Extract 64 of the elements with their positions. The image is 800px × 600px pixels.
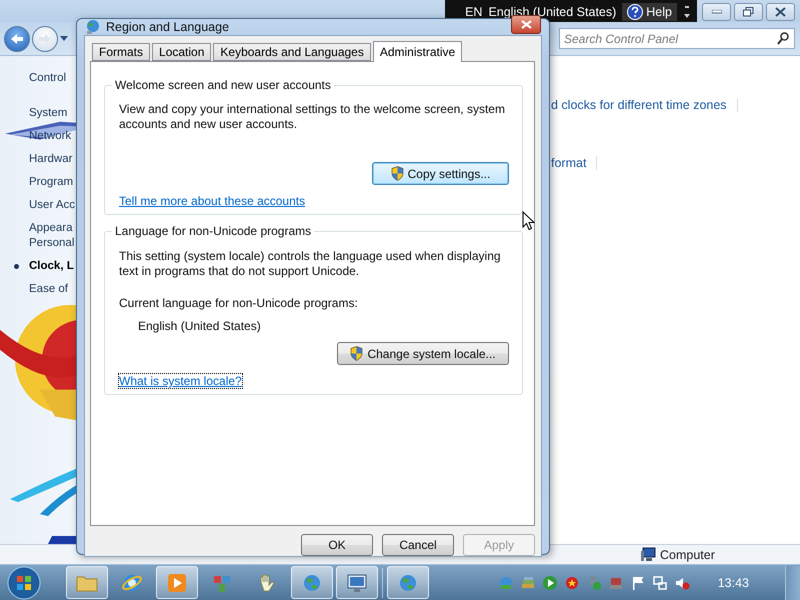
play-icon <box>166 572 188 594</box>
help-button[interactable]: Help <box>622 3 677 21</box>
task-link[interactable]: format <box>551 156 598 170</box>
back-arrow-icon <box>10 32 24 44</box>
back-button[interactable] <box>4 26 30 52</box>
folder-icon <box>76 574 98 592</box>
monitor-icon <box>346 572 368 594</box>
close-icon <box>520 20 532 28</box>
sidebar-link[interactable]: System <box>29 106 68 121</box>
task-link[interactable]: d clocks for different time zones <box>551 98 738 112</box>
search-icon[interactable] <box>777 32 789 45</box>
search-field[interactable]: Search Control Panel <box>559 28 795 49</box>
restore-icon <box>743 7 754 17</box>
sidebar-link[interactable]: Network <box>29 129 72 144</box>
globe-icon <box>85 19 101 35</box>
dialog-button[interactable]: Cancel <box>382 534 454 556</box>
field-label: Current language for non-Unicode programs: <box>119 296 359 311</box>
language-code: EN <box>465 5 482 19</box>
taskbar-button[interactable] <box>291 566 333 599</box>
tab[interactable]: Formats <box>92 43 150 61</box>
sidebar-link[interactable]: Appeara Personal <box>29 221 74 251</box>
network-icon[interactable] <box>652 574 668 590</box>
forward-arrow-icon <box>38 32 52 44</box>
group-title: Language for non-Unicode programs <box>114 224 312 238</box>
window-title: Region and Language <box>106 20 230 34</box>
start-button[interactable] <box>5 566 43 600</box>
bullet-icon <box>14 264 19 269</box>
copy-settings-button[interactable]: Copy settings... <box>372 162 509 185</box>
shield-icon <box>350 346 364 361</box>
description-text: View and copy your international settings to the welcome screen, system accounts and new user accounts. <box>119 102 506 132</box>
help-link[interactable]: What is system locale? <box>119 374 242 388</box>
help-link[interactable]: Tell me more about these accounts <box>119 194 306 208</box>
minimize-icon <box>712 10 722 14</box>
taskbar-button[interactable] <box>156 566 198 599</box>
dialog-button[interactable]: OK <box>301 534 373 556</box>
sidebar-link[interactable]: Ease of <box>29 282 68 297</box>
sidebar-link[interactable]: Program <box>29 175 74 190</box>
clock[interactable]: 13:43 <box>718 576 749 590</box>
close-icon <box>775 7 786 17</box>
restore-button[interactable] <box>734 3 763 21</box>
tab[interactable]: Administrative <box>372 41 462 62</box>
taskbar-button[interactable] <box>387 566 429 599</box>
star-badge-icon[interactable] <box>564 574 580 590</box>
play-icon[interactable] <box>542 574 558 590</box>
forward-button[interactable] <box>32 26 58 52</box>
taskbar-button[interactable] <box>336 566 378 599</box>
shield-icon <box>390 166 404 181</box>
sidebar-link[interactable]: User Acc <box>29 198 76 213</box>
dropdown-icon[interactable] <box>60 36 68 42</box>
computer-icon <box>640 547 656 562</box>
description-text: This setting (system locale) controls the language used when displaying text in programs that do not support Unicode. <box>119 249 502 279</box>
close-button[interactable] <box>766 3 795 21</box>
tab[interactable]: Location <box>152 43 212 61</box>
group-title: Welcome screen and new user accounts <box>114 78 332 92</box>
sidebar-link[interactable]: Hardwar <box>29 152 72 167</box>
help-icon <box>627 4 644 20</box>
options-icon[interactable] <box>683 4 691 20</box>
status-text: Computer <box>660 548 715 562</box>
minimize-button[interactable] <box>702 3 731 21</box>
tab[interactable]: Keyboards and Languages <box>213 43 371 61</box>
change-locale-button[interactable]: Change system locale... <box>337 342 509 365</box>
sidebar-link[interactable]: Clock, L <box>29 259 74 274</box>
taskbar-button[interactable] <box>66 566 108 599</box>
current-language-text: English (United States) <box>138 319 262 334</box>
